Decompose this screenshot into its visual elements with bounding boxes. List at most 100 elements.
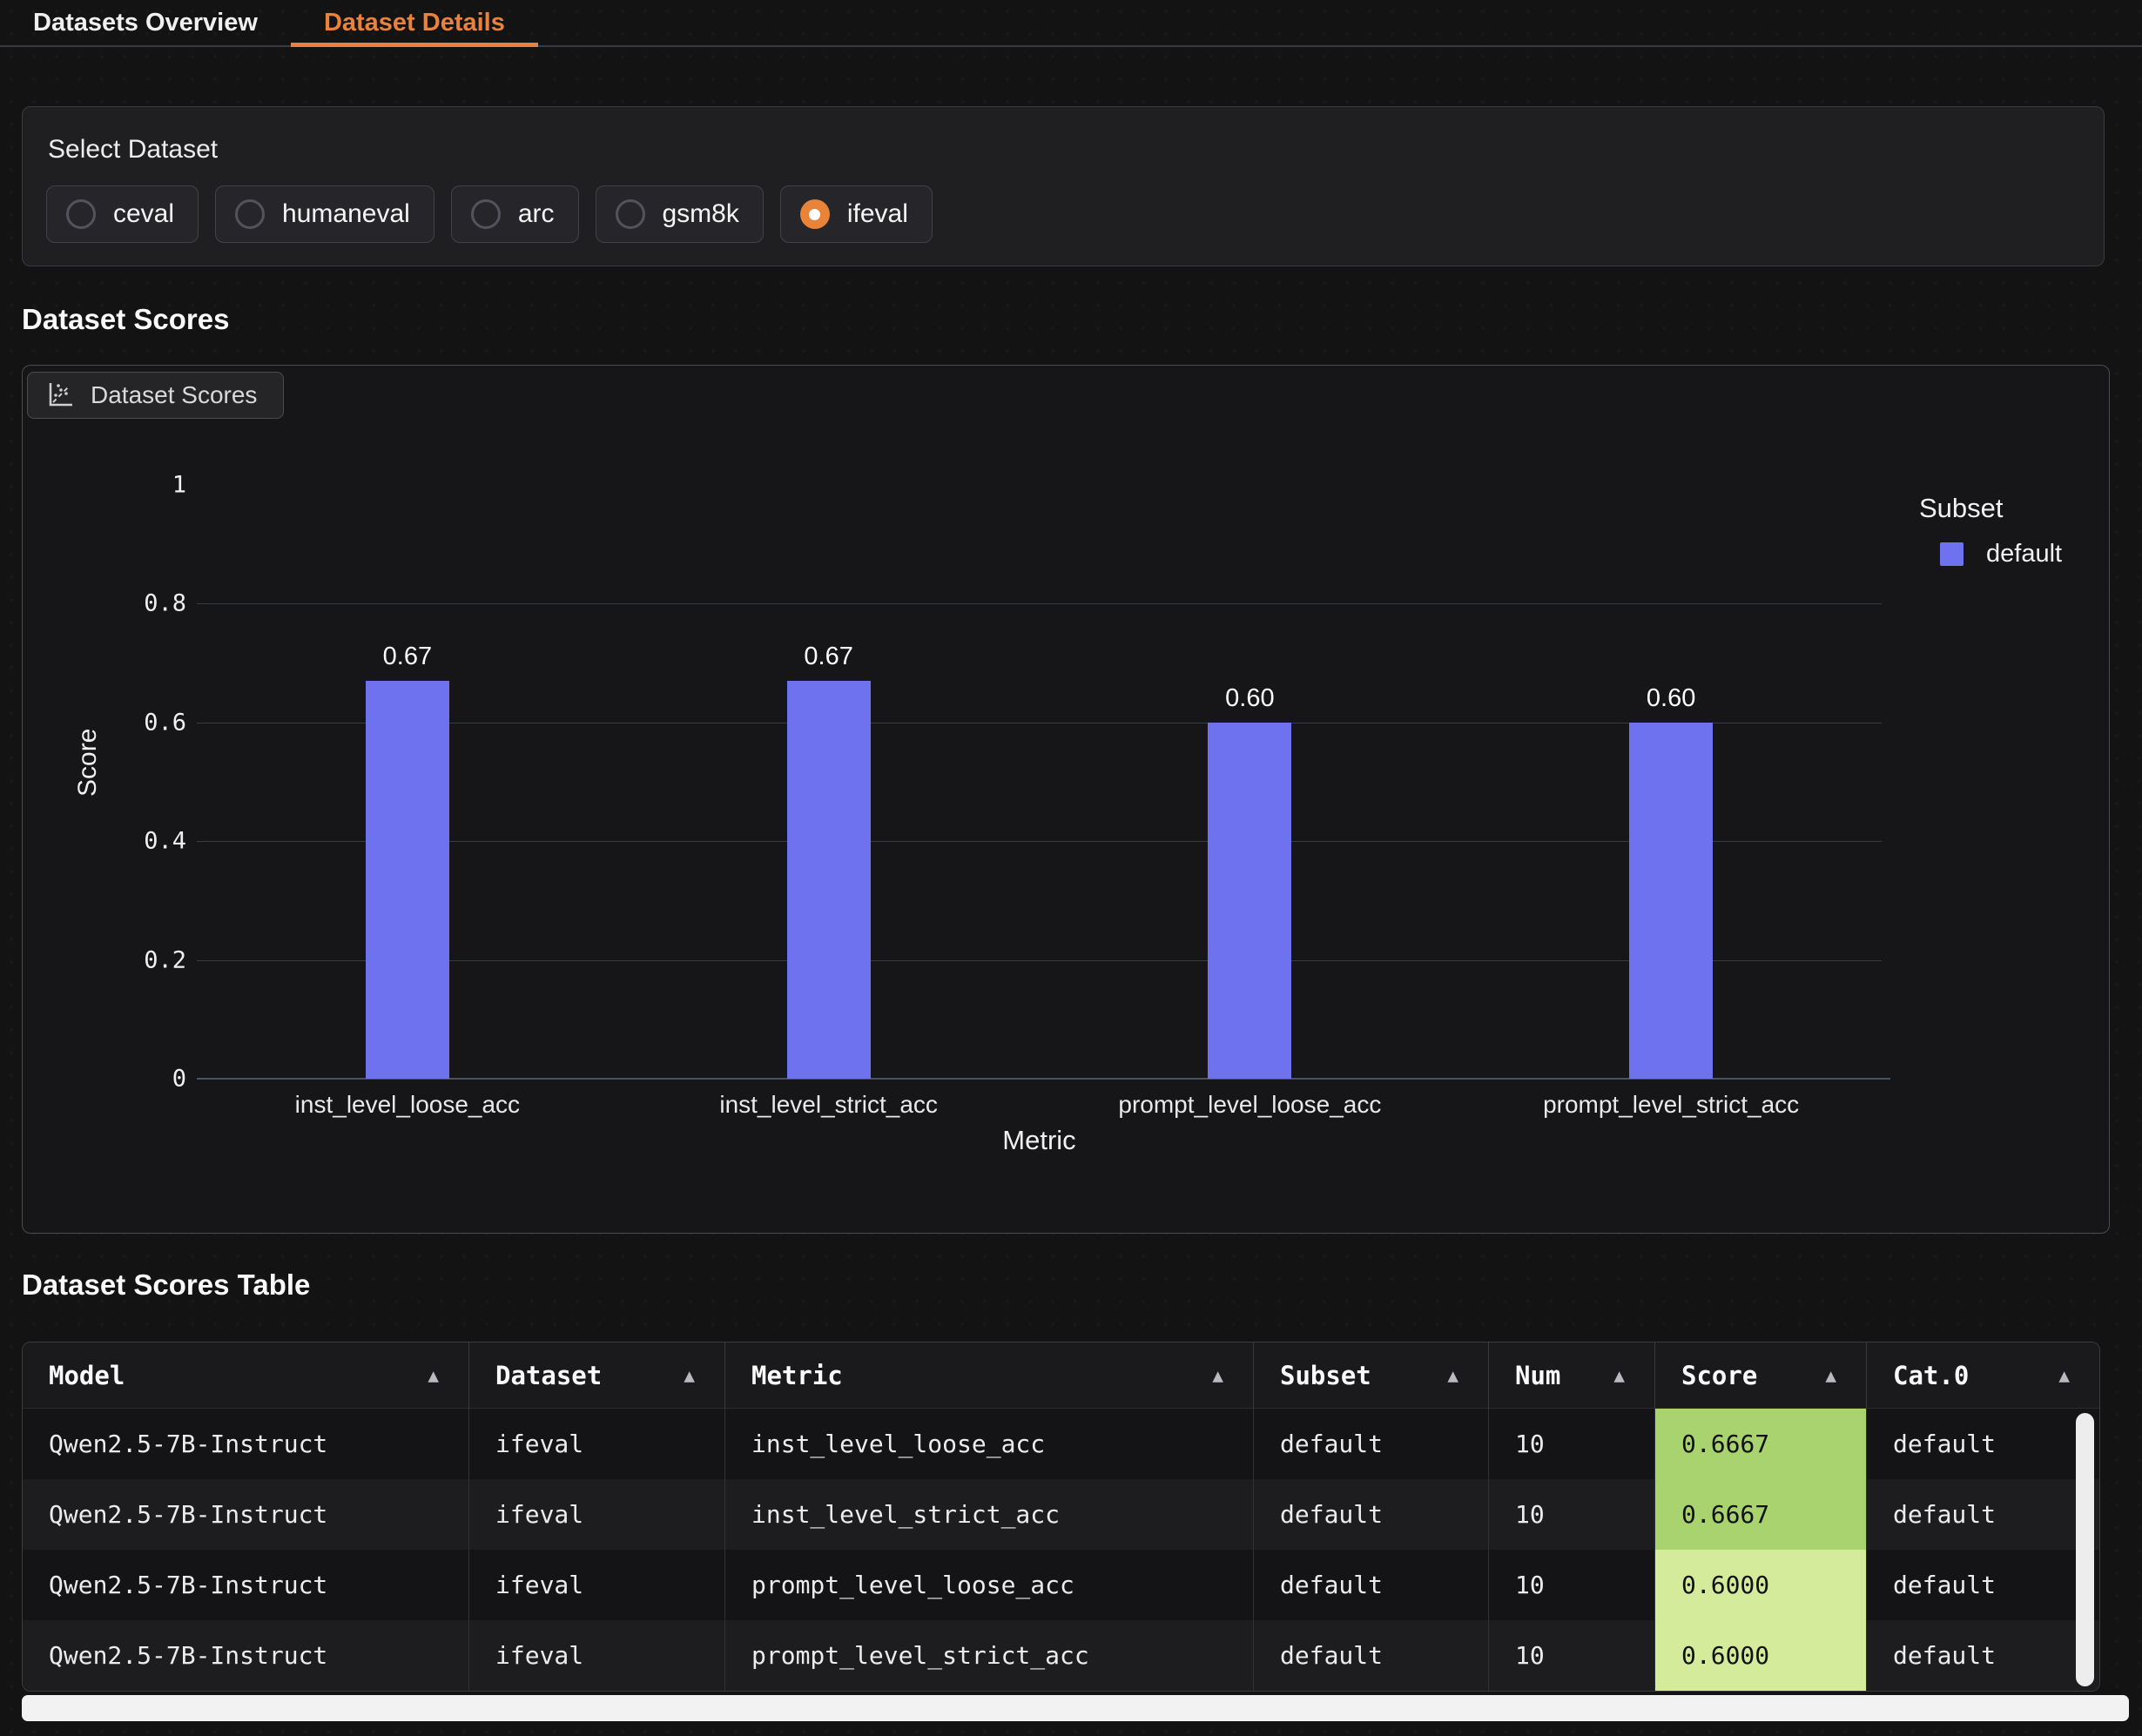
gridline bbox=[197, 603, 1882, 604]
table-row: Qwen2.5-7B-Instructifevalinst_level_loos… bbox=[23, 1409, 2099, 1479]
table-horizontal-scrollbar[interactable] bbox=[22, 1695, 2129, 1721]
cell-score[interactable]: 0.6667 bbox=[1655, 1409, 1867, 1479]
cell-score[interactable]: 0.6667 bbox=[1655, 1479, 1867, 1550]
radio-selected-icon bbox=[800, 199, 830, 229]
cell-metric[interactable]: inst_level_loose_acc bbox=[725, 1409, 1254, 1479]
bar-inst_level_loose_acc bbox=[366, 681, 449, 1079]
y-tick-label: 0.4 bbox=[56, 828, 186, 855]
dataset-option-label: arc bbox=[518, 199, 555, 229]
sort-ascending-icon[interactable]: ▲ bbox=[2058, 1365, 2070, 1386]
column-header-dataset[interactable]: Dataset ▲ bbox=[469, 1342, 725, 1409]
dataset-option-ceval[interactable]: ceval bbox=[46, 185, 199, 243]
cell-subset[interactable]: default bbox=[1254, 1550, 1489, 1620]
dataset-option-label: gsm8k bbox=[663, 199, 739, 229]
bar-value-label: 0.60 bbox=[1601, 684, 1741, 713]
y-tick-label: 0.8 bbox=[56, 590, 186, 617]
dataset-scores-heading: Dataset Scores bbox=[22, 303, 229, 336]
cell-model[interactable]: Qwen2.5-7B-Instruct bbox=[23, 1620, 469, 1691]
x-tick-label: inst_level_loose_acc bbox=[225, 1091, 590, 1119]
cell-score[interactable]: 0.6000 bbox=[1655, 1550, 1867, 1620]
cell-dataset[interactable]: ifeval bbox=[469, 1620, 725, 1691]
cell-subset[interactable]: default bbox=[1254, 1409, 1489, 1479]
tab-dataset-details[interactable]: Dataset Details bbox=[291, 0, 538, 45]
legend-title: Subset bbox=[1919, 493, 2062, 524]
column-header-cat-0[interactable]: Cat.0 ▲ bbox=[1867, 1342, 2099, 1409]
cell-metric[interactable]: prompt_level_strict_acc bbox=[725, 1620, 1254, 1691]
cell-metric[interactable]: prompt_level_loose_acc bbox=[725, 1550, 1254, 1620]
bar-prompt_level_strict_acc bbox=[1629, 723, 1713, 1079]
radio-unselected-icon bbox=[616, 199, 645, 229]
cell-dataset[interactable]: ifeval bbox=[469, 1409, 725, 1479]
radio-unselected-icon bbox=[66, 199, 96, 229]
column-header-label: Subset bbox=[1280, 1361, 1371, 1390]
dataset-radio-group: ceval humaneval arc gsm8k ifeval bbox=[46, 185, 933, 243]
column-header-subset[interactable]: Subset ▲ bbox=[1254, 1342, 1489, 1409]
bar-value-label: 0.67 bbox=[338, 643, 477, 671]
cell-num[interactable]: 10 bbox=[1489, 1620, 1655, 1691]
cell-model[interactable]: Qwen2.5-7B-Instruct bbox=[23, 1550, 469, 1620]
column-header-metric[interactable]: Metric ▲ bbox=[725, 1342, 1254, 1409]
tab-datasets-overview[interactable]: Datasets Overview bbox=[0, 0, 291, 45]
cell-model[interactable]: Qwen2.5-7B-Instruct bbox=[23, 1409, 469, 1479]
dataset-option-gsm8k[interactable]: gsm8k bbox=[596, 185, 764, 243]
column-header-label: Cat.0 bbox=[1893, 1361, 1969, 1390]
cell-subset[interactable]: default bbox=[1254, 1620, 1489, 1691]
radio-unselected-icon bbox=[235, 199, 265, 229]
sort-ascending-icon[interactable]: ▲ bbox=[1613, 1365, 1625, 1386]
dataset-option-arc[interactable]: arc bbox=[451, 185, 579, 243]
cell-cat-0[interactable]: default bbox=[1867, 1479, 2099, 1550]
cell-cat-0[interactable]: default bbox=[1867, 1550, 2099, 1620]
dataset-scores-chart-panel: 00.20.40.60.810.67inst_level_loose_acc0.… bbox=[22, 365, 2110, 1234]
table-row: Qwen2.5-7B-Instructifevalinst_level_stri… bbox=[23, 1479, 2099, 1550]
cell-dataset[interactable]: ifeval bbox=[469, 1479, 725, 1550]
sort-ascending-icon[interactable]: ▲ bbox=[428, 1365, 439, 1386]
column-header-num[interactable]: Num▲ bbox=[1489, 1342, 1655, 1409]
cell-metric[interactable]: inst_level_strict_acc bbox=[725, 1479, 1254, 1550]
sort-ascending-icon[interactable]: ▲ bbox=[1447, 1365, 1458, 1386]
chart-tab-button-label: Dataset Scores bbox=[91, 381, 257, 409]
column-header-label: Metric bbox=[751, 1361, 843, 1390]
y-tick-label: 0.2 bbox=[56, 946, 186, 973]
cell-cat-0[interactable]: default bbox=[1867, 1620, 2099, 1691]
column-header-label: Model bbox=[49, 1361, 125, 1390]
cell-num[interactable]: 10 bbox=[1489, 1550, 1655, 1620]
sort-ascending-icon[interactable]: ▲ bbox=[1212, 1365, 1223, 1386]
x-tick-label: inst_level_strict_acc bbox=[646, 1091, 1012, 1119]
column-header-model[interactable]: Model ▲ bbox=[23, 1342, 469, 1409]
column-header-label: Dataset bbox=[495, 1361, 602, 1390]
table-vertical-scrollbar[interactable] bbox=[2076, 1413, 2094, 1686]
cell-num[interactable]: 10 bbox=[1489, 1409, 1655, 1479]
dataset-selector-title: Select Dataset bbox=[48, 135, 218, 165]
dataset-option-label: ceval bbox=[113, 199, 174, 229]
y-tick-label: 0 bbox=[56, 1066, 186, 1093]
table-header-row: Model▲Dataset▲Metric▲Subset▲Num▲Score▲Ca… bbox=[23, 1342, 2099, 1409]
dataset-selector-panel: Select Dataset ceval humaneval arc gsm8k ife… bbox=[22, 106, 2105, 266]
dataset-option-label: humaneval bbox=[282, 199, 410, 229]
legend-entry-default[interactable]: default bbox=[1940, 540, 2062, 569]
bar-value-label: 0.67 bbox=[759, 643, 899, 671]
top-tab-bar: Datasets Overview Dataset Details bbox=[0, 0, 2142, 47]
legend-entry-label: default bbox=[1986, 540, 2062, 569]
dataset-option-humaneval[interactable]: humaneval bbox=[215, 185, 434, 243]
dataset-option-ifeval[interactable]: ifeval bbox=[780, 185, 933, 243]
cell-dataset[interactable]: ifeval bbox=[469, 1550, 725, 1620]
x-tick-label: prompt_level_loose_acc bbox=[1067, 1091, 1432, 1119]
cell-model[interactable]: Qwen2.5-7B-Instruct bbox=[23, 1479, 469, 1550]
bar-value-label: 0.60 bbox=[1180, 684, 1319, 713]
cell-subset[interactable]: default bbox=[1254, 1479, 1489, 1550]
y-axis-title: Score bbox=[73, 729, 103, 797]
column-header-score[interactable]: Score ▲ bbox=[1655, 1342, 1867, 1409]
bar-prompt_level_loose_acc bbox=[1208, 723, 1291, 1079]
sort-ascending-icon[interactable]: ▲ bbox=[684, 1365, 695, 1386]
dataset-option-label: ifeval bbox=[847, 199, 908, 229]
chart-legend: Subset default bbox=[1919, 493, 2062, 569]
column-header-label: Score bbox=[1681, 1361, 1757, 1390]
cell-num[interactable]: 10 bbox=[1489, 1479, 1655, 1550]
sort-ascending-icon[interactable]: ▲ bbox=[1825, 1365, 1836, 1386]
chart-tab-button[interactable]: Dataset Scores bbox=[27, 372, 284, 419]
cell-score[interactable]: 0.6000 bbox=[1655, 1620, 1867, 1691]
cell-cat-0[interactable]: default bbox=[1867, 1409, 2099, 1479]
dataset-scores-table-heading: Dataset Scores Table bbox=[22, 1268, 310, 1302]
bar-inst_level_strict_acc bbox=[787, 681, 871, 1079]
dataset-scores-table: Model▲Dataset▲Metric▲Subset▲Num▲Score▲Ca… bbox=[22, 1342, 2100, 1692]
